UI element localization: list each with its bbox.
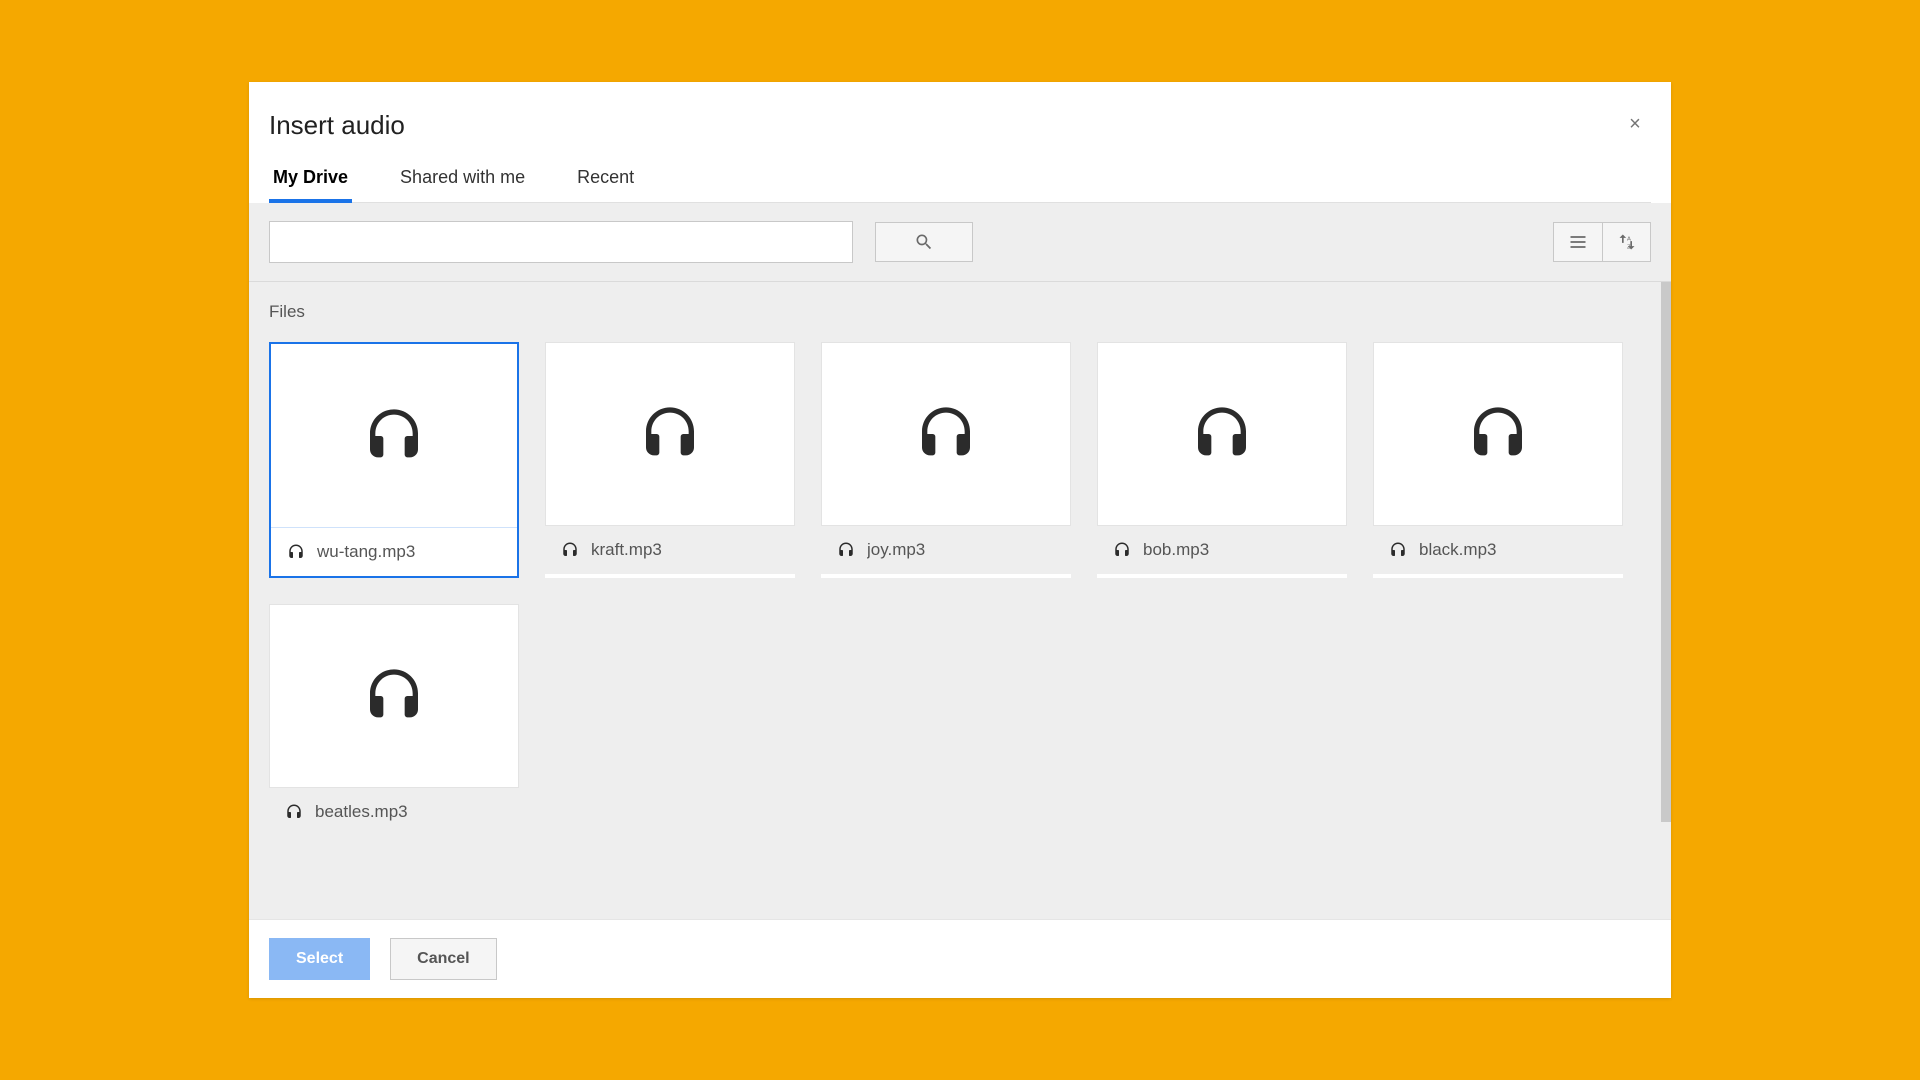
file-meta: black.mp3 [1373,526,1623,574]
search-input[interactable] [269,221,853,263]
file-card[interactable]: wu-tang.mp3 [269,342,519,578]
file-name: wu-tang.mp3 [317,542,415,562]
dialog-header: Insert audio × My Drive Shared with me R… [249,82,1671,203]
file-thumbnail [821,342,1071,526]
file-thumbnail [545,342,795,526]
file-grid: wu-tang.mp3 kraft.mp3 joy.mp3 [269,342,1651,836]
headphones-icon [362,664,426,728]
headphones-icon [287,543,305,561]
file-thumbnail [1097,342,1347,526]
file-meta: beatles.mp3 [269,788,519,836]
file-name: bob.mp3 [1143,540,1209,560]
tab-shared-with-me[interactable]: Shared with me [396,167,529,202]
headphones-icon [914,402,978,466]
file-meta: joy.mp3 [821,526,1071,574]
close-icon: × [1629,113,1641,135]
search-icon [914,232,934,252]
headphones-icon [1389,541,1407,559]
headphones-icon [1113,541,1131,559]
button-label: Select [296,950,343,968]
file-card[interactable]: bob.mp3 [1097,342,1347,578]
sort-az-icon [1617,232,1637,252]
file-card[interactable]: black.mp3 [1373,342,1623,578]
file-meta: kraft.mp3 [545,526,795,574]
section-label: Files [269,302,1651,322]
headphones-icon [638,402,702,466]
headphones-icon [837,541,855,559]
file-thumbnail [271,344,517,528]
file-name: beatles.mp3 [315,802,408,822]
dialog-title: Insert audio [269,110,1651,167]
close-button[interactable]: × [1623,112,1647,136]
list-view-button[interactable] [1554,223,1602,261]
sort-button[interactable] [1602,223,1650,261]
headphones-icon [1190,402,1254,466]
headphones-icon [285,803,303,821]
tab-label: Shared with me [400,167,525,187]
file-meta: bob.mp3 [1097,526,1347,574]
file-browser: Files wu-tang.mp3 kraft.mp3 [249,282,1671,919]
tab-my-drive[interactable]: My Drive [269,167,352,202]
tab-label: My Drive [273,167,348,187]
scrollbar[interactable] [1661,282,1671,822]
file-meta: wu-tang.mp3 [271,528,517,576]
tab-label: Recent [577,167,634,187]
select-button[interactable]: Select [269,938,370,980]
insert-audio-dialog: Insert audio × My Drive Shared with me R… [249,82,1671,998]
file-card[interactable]: joy.mp3 [821,342,1071,578]
file-name: kraft.mp3 [591,540,662,560]
tab-bar: My Drive Shared with me Recent [269,167,1651,203]
file-name: joy.mp3 [867,540,925,560]
file-name: black.mp3 [1419,540,1496,560]
headphones-icon [1466,402,1530,466]
file-thumbnail [1373,342,1623,526]
file-card[interactable]: beatles.mp3 [269,604,519,836]
list-icon [1568,232,1588,252]
search-button[interactable] [875,222,973,262]
search-toolbar [249,203,1671,282]
file-card[interactable]: kraft.mp3 [545,342,795,578]
headphones-icon [362,404,426,468]
tab-recent[interactable]: Recent [573,167,638,202]
cancel-button[interactable]: Cancel [390,938,496,980]
file-thumbnail [269,604,519,788]
button-label: Cancel [417,950,469,968]
dialog-footer: Select Cancel [249,919,1671,998]
view-toggle-group [1553,222,1651,262]
headphones-icon [561,541,579,559]
